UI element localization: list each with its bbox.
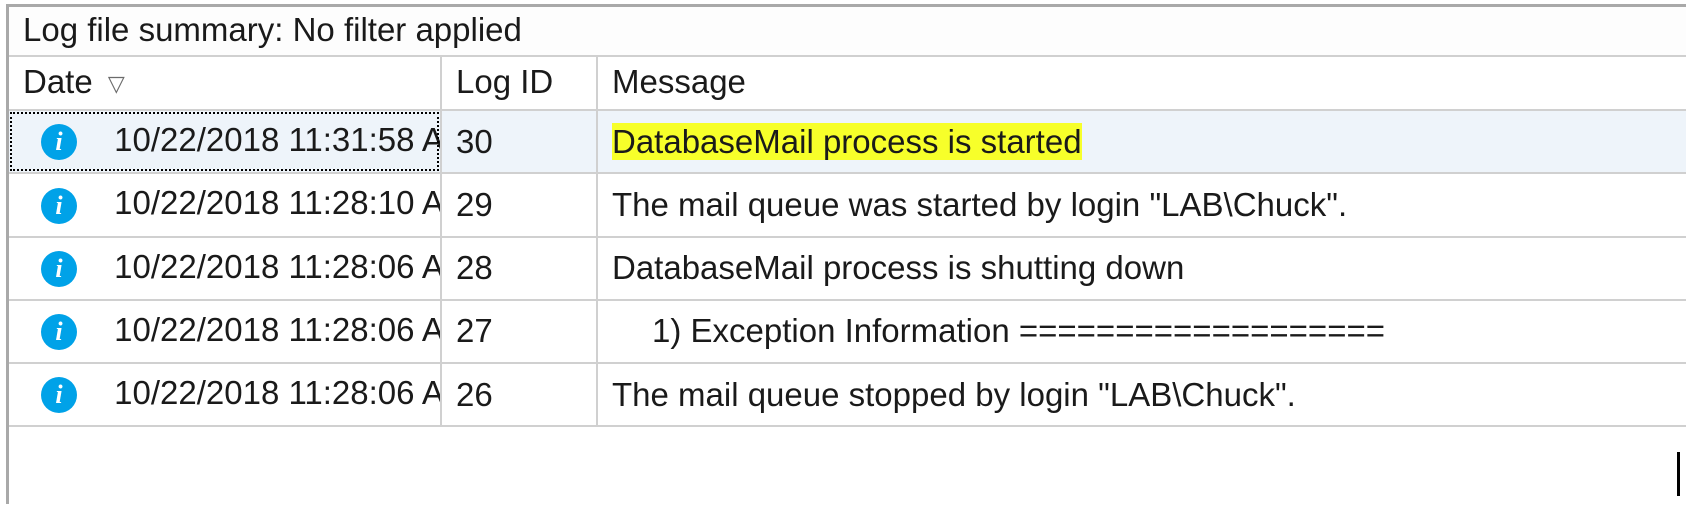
cell-logid: 29 [456, 186, 493, 223]
column-header-message[interactable]: Message [597, 57, 1686, 110]
cell-date: 10/22/2018 11:31:58 AM [114, 121, 441, 158]
cell-message: DatabaseMail process is shutting down [612, 249, 1184, 286]
cell-logid: 28 [456, 249, 493, 286]
cell-date: 10/22/2018 11:28:06 AM [114, 248, 441, 285]
log-viewer-panel: Log file summary: No filter applied Date… [6, 4, 1686, 504]
column-header-date-label: Date [23, 63, 93, 100]
cell-message: The mail queue was started by login "LAB… [612, 186, 1347, 223]
table-row[interactable]: i 10/22/2018 11:28:06 AM 26 The mail que… [9, 363, 1686, 426]
table-row[interactable]: i 10/22/2018 11:28:06 AM 28 DatabaseMail… [9, 237, 1686, 300]
text-caret [1677, 452, 1680, 496]
column-header-logid[interactable]: Log ID [441, 57, 597, 110]
column-header-message-label: Message [612, 63, 746, 100]
summary-text: Log file summary: No filter applied [23, 11, 522, 48]
sort-desc-icon: ▽ [108, 71, 125, 97]
cell-logid: 27 [456, 312, 493, 349]
cell-date: 10/22/2018 11:28:06 AM [114, 374, 441, 411]
log-grid[interactable]: Date ▽ Log ID Message i 10/22/2018 11:31… [9, 57, 1686, 427]
header-row: Date ▽ Log ID Message [9, 57, 1686, 110]
cell-logid: 26 [456, 376, 493, 413]
cell-message: 1) Exception Information ===============… [612, 312, 1385, 350]
cell-message: DatabaseMail process is started [612, 123, 1082, 160]
info-icon: i [39, 122, 79, 162]
cell-date: 10/22/2018 11:28:10 AM [114, 184, 441, 221]
column-header-logid-label: Log ID [456, 63, 553, 100]
cell-date: 10/22/2018 11:28:06 AM [114, 311, 441, 348]
table-row[interactable]: i 10/22/2018 11:28:06 AM 27 1) Exception… [9, 300, 1686, 363]
cell-logid: 30 [456, 123, 493, 160]
info-icon: i [39, 375, 79, 415]
column-header-date[interactable]: Date ▽ [9, 57, 441, 110]
table-row[interactable]: i 10/22/2018 11:28:10 AM 29 The mail que… [9, 173, 1686, 236]
summary-bar: Log file summary: No filter applied [9, 7, 1686, 57]
info-icon: i [39, 249, 79, 289]
info-icon: i [39, 186, 79, 226]
table-row[interactable]: i 10/22/2018 11:31:58 AM 30 DatabaseMail… [9, 110, 1686, 173]
info-icon: i [39, 312, 79, 352]
cell-message: The mail queue stopped by login "LAB\Chu… [612, 376, 1296, 413]
